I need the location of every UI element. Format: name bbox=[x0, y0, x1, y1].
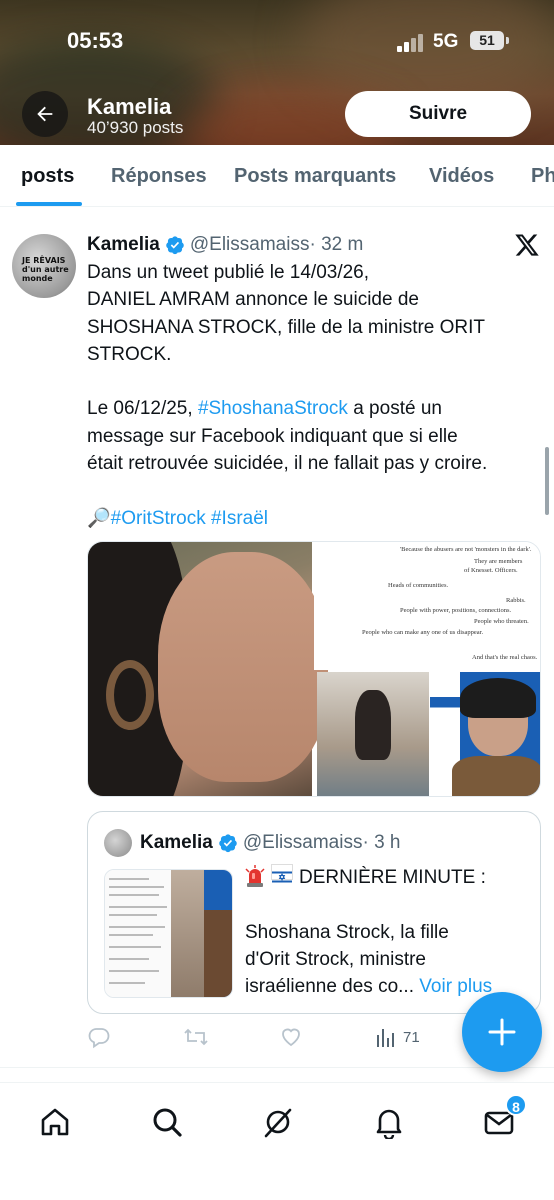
post-count: 40’930 posts bbox=[87, 118, 184, 137]
battery-icon: 51 bbox=[470, 31, 504, 50]
tweet-line: DANIEL AMRAM annonce le suicide de bbox=[87, 289, 419, 311]
author-name[interactable]: Kamelia bbox=[87, 234, 160, 256]
tweet-line: STROCK. bbox=[87, 343, 172, 365]
back-button[interactable] bbox=[22, 91, 68, 137]
quoted-line: DERNIÈRE MINUTE : bbox=[245, 864, 535, 891]
profile-tabs: posts Réponses Posts marquants Vidéos Ph bbox=[0, 145, 554, 207]
rotating-light-emoji-icon bbox=[245, 865, 265, 887]
see-more-link[interactable]: Voir plus bbox=[414, 976, 492, 997]
media-photo-document[interactable]: 'Because the abusers are not 'monsters i… bbox=[314, 542, 540, 670]
bottom-navigation bbox=[0, 1082, 554, 1200]
tweet-text-span: Le 06/12/25, bbox=[87, 398, 198, 420]
quoted-avatar bbox=[104, 829, 132, 857]
signal-icon bbox=[397, 34, 427, 52]
doc-text: of Knesset. Officers. bbox=[464, 567, 518, 574]
doc-text: Heads of communities. bbox=[388, 582, 449, 589]
post-time[interactable]: · 32 m bbox=[309, 234, 363, 256]
tweet-line: SHOSHANA STROCK, fille de la ministre OR… bbox=[87, 316, 486, 338]
repost-icon bbox=[184, 1028, 208, 1046]
tab-photos[interactable]: Ph bbox=[531, 165, 554, 188]
search-icon[interactable] bbox=[150, 1105, 184, 1139]
author-handle[interactable]: @Elissamaiss bbox=[190, 234, 310, 256]
media-photo-portrait[interactable] bbox=[88, 542, 328, 796]
hashtag-link[interactable]: #ShoshanaStrock bbox=[198, 398, 348, 419]
doc-text: They are members bbox=[474, 558, 523, 565]
follow-button[interactable]: Suivre bbox=[345, 91, 531, 137]
repost-button[interactable] bbox=[183, 1024, 209, 1050]
quoted-text: DERNIÈRE MINUTE : Shoshana Strock, la fi… bbox=[245, 864, 535, 1000]
tweet-paragraph-2: Le 06/12/25, #ShoshanaStrock a posté un bbox=[87, 395, 537, 422]
doc-text: People who threaten. bbox=[474, 618, 529, 625]
doc-text: Rabbis. bbox=[506, 597, 526, 604]
tab-videos[interactable]: Vidéos bbox=[429, 165, 494, 188]
views-chart-icon bbox=[377, 1029, 394, 1047]
doc-text: People with power, positions, connection… bbox=[400, 607, 512, 614]
tweet-hashtags: 🔎#OritStrock #Israël bbox=[87, 505, 537, 532]
quoted-post-time: · 3 h bbox=[362, 832, 401, 853]
avatar-text: JE RÊVAIS d'un autre monde bbox=[22, 256, 69, 283]
status-time: 05:53 bbox=[67, 28, 124, 53]
israel-flag-icon bbox=[271, 864, 293, 883]
views-button[interactable]: 71 bbox=[375, 1024, 420, 1050]
doc-text: 'Because the abusers are not 'monsters i… bbox=[400, 546, 532, 553]
views-count: 71 bbox=[403, 1028, 420, 1046]
plus-icon bbox=[488, 1018, 516, 1046]
quoted-header: Kamelia @Elissamaiss · 3 h bbox=[140, 829, 401, 857]
quoted-author-handle: @Elissamaiss bbox=[242, 832, 363, 853]
messages-badge: 8 bbox=[505, 1094, 527, 1116]
tweet-line: Dans un tweet publié le 14/03/26, bbox=[87, 262, 370, 283]
verified-badge-icon bbox=[166, 236, 184, 255]
reply-icon bbox=[88, 1028, 110, 1049]
compose-button[interactable] bbox=[462, 992, 542, 1072]
x-logo-icon bbox=[515, 234, 539, 256]
quoted-media-thumbnail[interactable] bbox=[104, 869, 233, 998]
tweet-line: était retrouvée suicidée, il ne fallait … bbox=[87, 453, 488, 475]
quoted-line: Shoshana Strock, la fille bbox=[245, 921, 449, 943]
verified-badge-icon bbox=[219, 834, 237, 853]
status-bar: 05:53 5G 51 bbox=[0, 22, 554, 62]
tab-replies[interactable]: Réponses bbox=[111, 165, 207, 188]
tab-highlights[interactable]: Posts marquants bbox=[234, 165, 396, 188]
profile-name: Kamelia bbox=[87, 94, 172, 119]
tweet-actions: 71 bbox=[87, 1024, 427, 1052]
tab-posts[interactable]: posts bbox=[21, 165, 74, 188]
quoted-truncated-text: israélienne des co... bbox=[245, 976, 414, 998]
quoted-line: d'Orit Strock, ministre bbox=[245, 948, 426, 970]
magnifier-emoji: 🔎 bbox=[87, 507, 111, 529]
scrollbar[interactable] bbox=[545, 447, 549, 515]
quoted-tweet[interactable]: Kamelia @Elissamaiss · 3 h DERNIÈRE MINU… bbox=[87, 811, 541, 1014]
tweet-text-span: a posté un bbox=[347, 398, 442, 420]
media-photo-seated-woman[interactable] bbox=[317, 672, 429, 796]
tweet-text: Dans un tweet publié le 14/03/26, DANIEL… bbox=[87, 259, 537, 532]
notifications-bell-icon[interactable] bbox=[372, 1105, 406, 1139]
grok-icon[interactable] bbox=[261, 1105, 295, 1139]
quoted-author-name: Kamelia bbox=[140, 832, 213, 853]
quoted-headline: DERNIÈRE MINUTE : bbox=[299, 867, 486, 888]
tweet-line: message sur Facebook indiquant que si el… bbox=[87, 425, 458, 447]
avatar[interactable]: JE RÊVAIS d'un autre monde bbox=[12, 234, 76, 298]
hashtag-link[interactable]: #OritStrock #Israël bbox=[111, 508, 268, 529]
heart-icon bbox=[282, 1028, 300, 1047]
active-tab-indicator bbox=[16, 202, 82, 206]
reply-button[interactable] bbox=[87, 1024, 111, 1050]
battery-tip bbox=[506, 37, 509, 44]
tweet-header: Kamelia @Elissamaiss · 32 m bbox=[87, 232, 363, 258]
arrow-left-icon bbox=[37, 106, 53, 122]
home-icon[interactable] bbox=[38, 1105, 72, 1139]
like-button[interactable] bbox=[279, 1024, 303, 1050]
network-type: 5G bbox=[433, 31, 459, 52]
doc-text: And that's the real chaos. bbox=[472, 654, 538, 661]
tweet-media[interactable]: 'Because the abusers are not 'monsters i… bbox=[87, 541, 541, 797]
media-photo-minister[interactable] bbox=[430, 672, 540, 796]
divider bbox=[0, 1067, 554, 1068]
doc-text: People who can make any one of us disapp… bbox=[362, 629, 484, 636]
